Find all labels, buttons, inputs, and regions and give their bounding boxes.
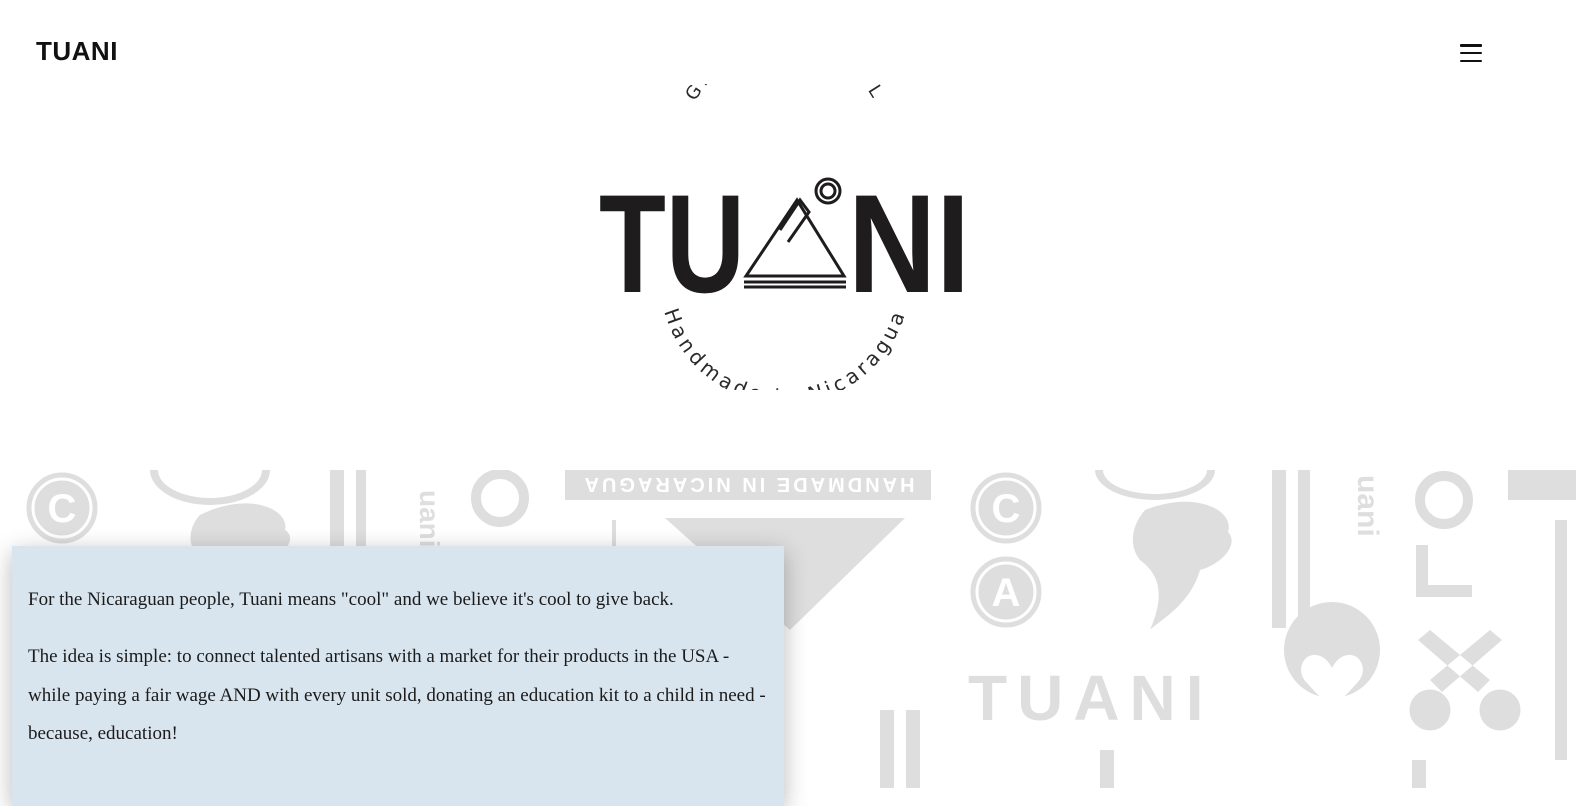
hamburger-menu-icon[interactable]	[1460, 44, 1482, 62]
intro-paragraph-2: The idea is simple: to connect talented …	[28, 646, 766, 744]
logo-wordmark-left: TU	[599, 165, 745, 322]
svg-text:uani: uani	[414, 490, 445, 548]
svg-text:C: C	[992, 487, 1021, 531]
pattern-wordmark: TUANI	[968, 662, 1214, 734]
svg-text:HANDMADE IN NICARAGUA: HANDMADE IN NICARAGUA	[582, 473, 915, 495]
site-title-link[interactable]: TUANI	[36, 36, 118, 67]
svg-text:uani: uani	[1351, 475, 1384, 537]
mountain-sun-icon	[743, 177, 847, 289]
bird-icon-2	[1132, 501, 1232, 630]
svg-text:A: A	[992, 571, 1021, 615]
scissors-icon	[1418, 630, 1502, 692]
logo-tagline-top: GIFTS WITH SOUL	[681, 84, 888, 104]
svg-text:C: C	[48, 487, 77, 531]
tuani-logo: GIFTS WITH SOUL TU NI Handmade in Nicara…	[599, 84, 970, 390]
intro-text-card: For the Nicaraguan people, Tuani means "…	[12, 546, 784, 806]
logo-wordmark-right: NI	[848, 165, 970, 322]
intro-paragraph-1: For the Nicaraguan people, Tuani means "…	[28, 589, 674, 610]
